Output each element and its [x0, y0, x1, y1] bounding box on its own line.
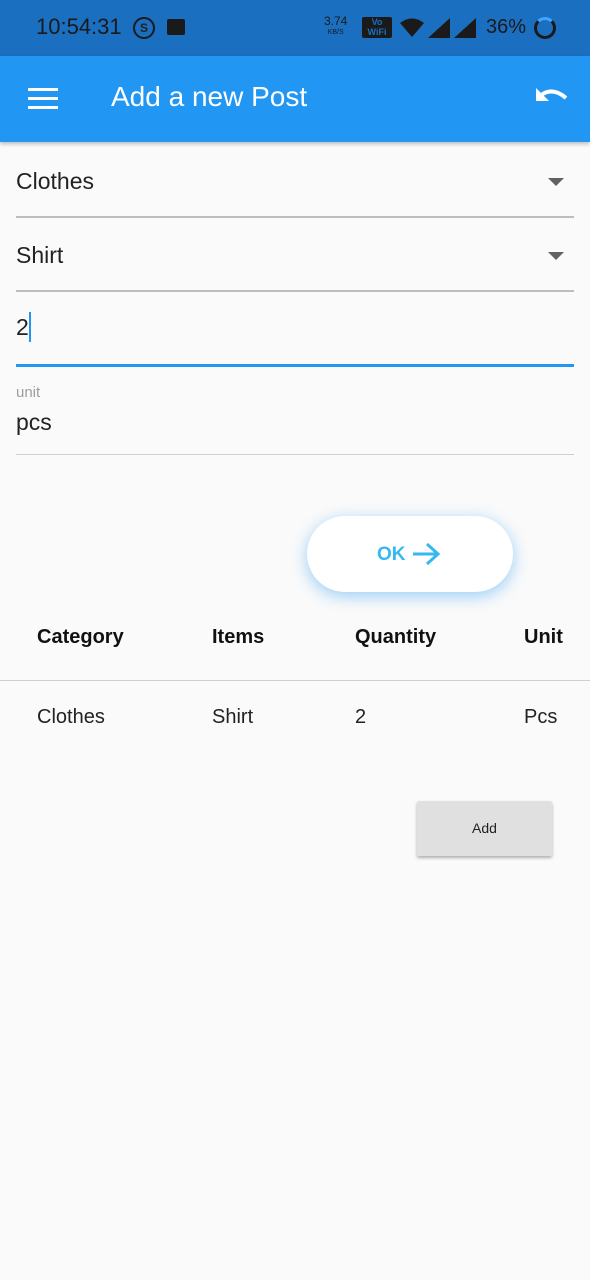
image-icon — [167, 19, 185, 35]
add-button[interactable]: Add — [417, 801, 552, 856]
header-quantity: Quantity — [355, 626, 437, 648]
vowifi-bottom: WiFi — [367, 27, 387, 37]
unit-label: unit — [16, 384, 41, 401]
app-bar: Add a new Post — [0, 56, 590, 142]
ok-button-label: OK — [377, 544, 406, 565]
quantity-input[interactable]: 2 — [16, 292, 574, 367]
network-speed-value: 3.74 — [324, 14, 348, 28]
cell-item: Shirt — [212, 706, 254, 728]
item-dropdown[interactable]: Shirt — [16, 218, 574, 292]
battery-icon — [534, 17, 556, 39]
wifi-icon — [400, 18, 424, 37]
status-bar: 10:54:31 S 3.74 KB/S Vo WiFi 36% — [0, 0, 590, 56]
text-cursor — [29, 312, 31, 342]
arrow-right-icon — [413, 542, 441, 566]
s-app-icon: S — [133, 17, 155, 39]
quantity-value: 2 — [16, 314, 29, 340]
network-speed: 3.74 KB/S — [324, 14, 348, 38]
clock: 10:54:31 — [36, 14, 122, 39]
table-row: Clothes Shirt 2 Pcs — [0, 682, 590, 752]
header-unit: Unit — [524, 626, 563, 648]
cell-unit: Pcs — [524, 706, 558, 728]
header-category: Category — [37, 626, 124, 648]
header-items: Items — [212, 626, 265, 648]
vowifi-icon: Vo WiFi — [362, 17, 392, 38]
category-dropdown[interactable]: Clothes — [16, 144, 574, 218]
cell-category: Clothes — [37, 706, 105, 728]
undo-icon[interactable] — [534, 84, 570, 114]
vowifi-top: Vo — [371, 17, 383, 27]
cell-quantity: 2 — [355, 706, 367, 728]
chevron-down-icon — [548, 178, 564, 186]
category-value: Clothes — [16, 168, 94, 194]
battery-percent: 36% — [486, 16, 527, 38]
signal-icon — [428, 18, 450, 38]
network-speed-unit: KB/S — [327, 29, 344, 36]
unit-input[interactable]: unit pcs — [16, 376, 574, 455]
ok-button[interactable]: OK — [307, 516, 513, 592]
chevron-down-icon — [548, 252, 564, 260]
signal-icon-2 — [454, 18, 476, 38]
menu-icon[interactable] — [28, 88, 58, 110]
item-value: Shirt — [16, 242, 64, 268]
table-header: Category Items Quantity Unit — [0, 596, 590, 681]
page-title: Add a new Post — [111, 81, 308, 112]
unit-value: pcs — [16, 409, 52, 435]
